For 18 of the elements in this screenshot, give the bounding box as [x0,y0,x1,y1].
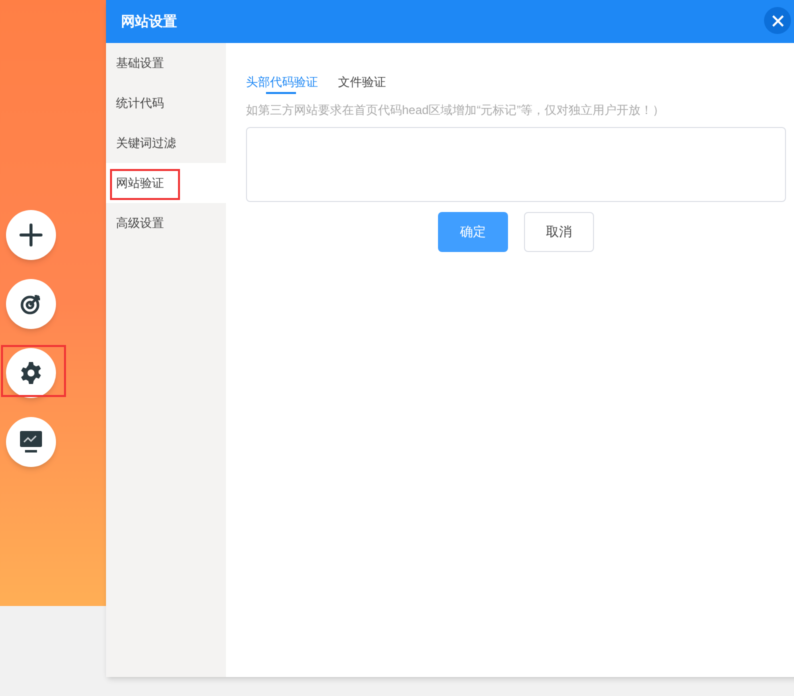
tab[interactable]: 文件验证 [338,70,386,94]
close-icon [772,14,784,26]
hint-text: 如第三方网站要求在首页代码head区域增加“元标记”等，仅对独立用户开放！） [246,102,666,119]
close-button[interactable] [764,7,791,34]
sidebar-item[interactable]: 统计代码 [106,83,226,123]
monitor-icon [19,430,43,454]
sidebar-item[interactable]: 网站验证 [106,163,226,203]
sidebar-item[interactable]: 关键词过滤 [106,123,226,163]
tab[interactable]: 头部代码验证 [246,70,318,94]
sidebar-item[interactable]: 高级设置 [106,203,226,243]
plus-icon [19,223,43,247]
gear-icon [19,361,43,385]
dialog-title: 网站设置 [121,12,177,31]
target-icon [19,292,43,316]
highlight-frame [1,345,66,397]
sidebar-item[interactable]: 基础设置 [106,43,226,83]
cancel-button[interactable]: 取消 [524,212,594,252]
code-field[interactable] [246,127,786,202]
